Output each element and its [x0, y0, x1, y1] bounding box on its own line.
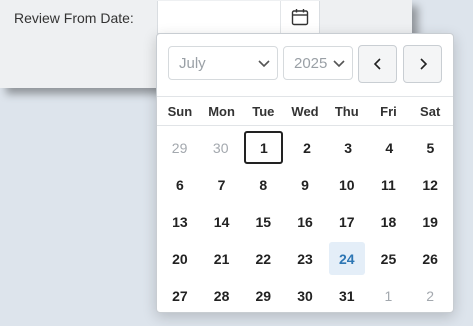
day-cell[interactable]: 12	[412, 168, 448, 201]
weekday-fri: Fri	[380, 104, 397, 119]
weekday-tue: Tue	[252, 104, 275, 119]
day-cell[interactable]: 8	[245, 168, 281, 201]
day-cell[interactable]: 18	[371, 205, 407, 238]
chevron-right-icon	[419, 58, 427, 70]
review-from-date-input[interactable]	[157, 1, 320, 34]
previous-month-button[interactable]	[358, 45, 397, 83]
day-cell[interactable]: 7	[204, 168, 240, 201]
day-cell[interactable]: 13	[162, 205, 198, 238]
week-row: 6 7 8 9 10 11 12	[159, 166, 451, 203]
day-cell[interactable]: 21	[204, 242, 240, 275]
year-value: 2025	[294, 54, 328, 72]
weekday-sat: Sat	[420, 104, 441, 119]
day-cell[interactable]: 20	[162, 242, 198, 275]
day-cell[interactable]: 29	[162, 131, 197, 164]
day-cell[interactable]: 2	[289, 131, 324, 164]
month-select[interactable]: July	[168, 46, 278, 80]
weekday-header-row: Sun Mon Tue Wed Thu Fri Sat	[157, 96, 453, 126]
day-cell-today[interactable]: 24	[328, 242, 365, 275]
week-row: 13 14 15 16 17 18 19	[159, 203, 451, 240]
day-cell[interactable]: 10	[329, 168, 365, 201]
day-cell[interactable]: 14	[204, 205, 240, 238]
day-cell[interactable]: 6	[162, 168, 198, 201]
weekday-mon: Mon	[208, 104, 235, 119]
day-cell[interactable]: 9	[287, 168, 323, 201]
day-cell[interactable]: 1	[371, 279, 407, 312]
day-cell[interactable]: 28	[204, 279, 240, 312]
chevron-down-icon	[333, 60, 345, 68]
calendar-header: July 2025	[157, 34, 453, 96]
day-cell[interactable]: 16	[287, 205, 323, 238]
day-cell[interactable]: 5	[413, 131, 448, 164]
day-cell[interactable]: 15	[245, 205, 281, 238]
chevron-left-icon	[373, 58, 381, 70]
day-cell[interactable]: 30	[287, 279, 323, 312]
day-cell-selected[interactable]: 1	[244, 131, 284, 164]
day-cell[interactable]: 11	[371, 168, 407, 201]
review-from-date-label: Review From Date:	[14, 10, 134, 26]
day-cell[interactable]: 19	[412, 205, 448, 238]
day-cell[interactable]: 29	[245, 279, 281, 312]
week-row: 29 30 1 2 3 4 5	[159, 129, 451, 166]
day-cell[interactable]: 3	[331, 131, 366, 164]
day-cell[interactable]: 27	[162, 279, 198, 312]
next-month-button[interactable]	[403, 45, 442, 83]
day-cell[interactable]: 25	[371, 242, 407, 275]
month-value: July	[179, 54, 206, 72]
day-cell[interactable]: 31	[329, 279, 365, 312]
day-cell[interactable]: 22	[245, 242, 281, 275]
weekday-thu: Thu	[334, 104, 359, 119]
date-picker-popup: July 2025 Sun Mon Tue Wed Thu Fri Sat 29…	[156, 33, 454, 313]
day-cell[interactable]: 17	[329, 205, 365, 238]
weekday-wed: Wed	[291, 104, 319, 119]
day-cell[interactable]: 30	[203, 131, 238, 164]
chevron-down-icon	[258, 60, 270, 68]
day-cell[interactable]: 2	[412, 279, 448, 312]
day-cell[interactable]: 4	[372, 131, 407, 164]
day-grid: 29 30 1 2 3 4 5 6 7 8 9 10 11 12 13 14 1…	[159, 129, 451, 314]
week-row: 27 28 29 30 31 1 2	[159, 277, 451, 314]
calendar-toggle-button[interactable]	[280, 1, 319, 33]
weekday-sun: Sun	[167, 104, 193, 119]
day-cell[interactable]: 26	[412, 242, 448, 275]
calendar-icon	[291, 9, 309, 26]
week-row: 20 21 22 23 24 25 26	[159, 240, 451, 277]
year-select[interactable]: 2025	[283, 46, 353, 80]
day-cell[interactable]: 23	[287, 242, 323, 275]
